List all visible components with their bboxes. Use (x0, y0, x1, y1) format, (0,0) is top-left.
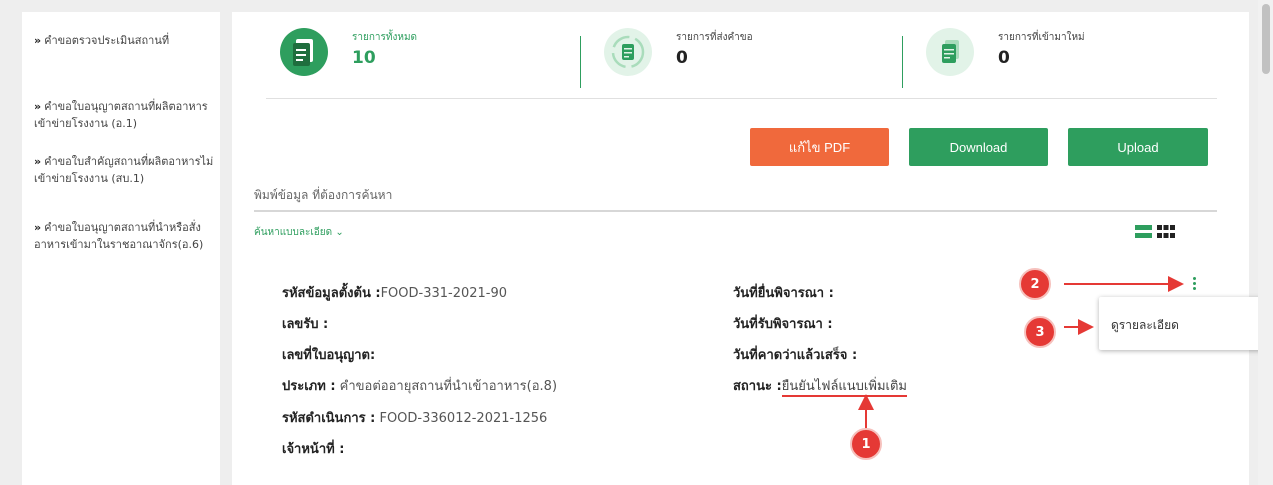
stat-label: รายการที่เข้ามาใหม่ (998, 32, 1085, 43)
field-label: เลขรับ : (282, 317, 329, 332)
sidebar-item-import-license[interactable]: » คำขอใบอนุญาตสถานที่นำหรือสั่งอาหารเข้าม… (34, 219, 214, 253)
stat-label: รายการที่ส่งคำขอ (676, 32, 753, 43)
status-link[interactable]: ยืนยันไฟล์แนบเพิ่มเติม (781, 379, 907, 397)
chevron-right-icon: » (34, 155, 42, 168)
sidebar: » คำขอตรวจประเมินสถานที่ » คำขอใบอนุญาตสถา… (22, 12, 220, 485)
sidebar-item-inspection-request[interactable]: » คำขอตรวจประเมินสถานที่ (34, 32, 214, 49)
advanced-search-link[interactable]: ค้นหาแบบละเอียด ⌄ (254, 225, 344, 240)
sidebar-item-label: คำขอใบอนุญาตสถานที่ผลิตอาหารเข้าข่ายโรงง… (34, 100, 208, 130)
process-code-field: รหัสดำเนินการ : FOOD-336012-2021-1256 (282, 407, 547, 428)
field-label: ประเภท : (282, 379, 336, 394)
field-label: รหัสดำเนินการ : (282, 411, 376, 426)
annotation-badge-3: 3 (1024, 316, 1056, 348)
sidebar-item-label: คำขอใบอนุญาตสถานที่นำหรือสั่งอาหารเข้ามา… (34, 221, 204, 251)
search-underline (254, 210, 1217, 212)
stat-circle (604, 28, 652, 76)
field-label: รหัสข้อมูลตั้งต้น : (282, 286, 381, 301)
sidebar-item-non-factory-certificate[interactable]: » คำขอใบสำคัญสถานที่ผลิตอาหารไม่เข้าข่ายโ… (34, 153, 214, 187)
stat-circle (280, 28, 328, 76)
stat-divider (580, 36, 581, 88)
scrollbar-thumb[interactable] (1262, 4, 1270, 74)
field-value: FOOD-336012-2021-1256 (375, 411, 548, 426)
field-label: วันที่คาดว่าแล้วเสร็จ : (733, 348, 858, 363)
chevron-right-icon: » (34, 34, 42, 47)
new-document-icon (942, 40, 959, 63)
field-label: เลขที่ใบอนุญาต: (282, 348, 376, 363)
view-details-menu-item[interactable]: ดูรายละเอียด (1111, 316, 1179, 335)
stat-submitted[interactable]: รายการที่ส่งคำขอ 0 (604, 24, 864, 84)
grid-view-icon[interactable] (1157, 225, 1175, 238)
origin-code-field: รหัสข้อมูลตั้งต้น :FOOD-331-2021-90 (282, 282, 507, 303)
download-button[interactable]: Download (909, 128, 1048, 166)
field-label: สถานะ : (733, 379, 782, 394)
upload-button[interactable]: Upload (1068, 128, 1208, 166)
list-view-icon[interactable] (1135, 225, 1152, 238)
sidebar-item-label: คำขอใบสำคัญสถานที่ผลิตอาหารไม่เข้าข่ายโร… (34, 155, 214, 185)
field-label: วันที่รับพิจารณา : (733, 317, 833, 332)
stat-label: รายการทั้งหมด (352, 32, 418, 43)
field-label: เจ้าหน้าที่ : (282, 442, 345, 457)
stat-total[interactable]: รายการทั้งหมด 10 (280, 24, 540, 84)
edit-pdf-button[interactable]: แก้ไข PDF (750, 128, 889, 166)
stat-circle (926, 28, 974, 76)
field-label: วันที่ยื่นพิจารณา : (733, 286, 834, 301)
stat-divider (902, 36, 903, 88)
annotation-badge-2: 2 (1019, 268, 1051, 300)
stat-new[interactable]: รายการที่เข้ามาใหม่ 0 (926, 24, 1186, 84)
stat-value: 10 (352, 48, 376, 68)
sidebar-item-label: คำขอตรวจประเมินสถานที่ (44, 34, 170, 47)
field-value: FOOD-331-2021-90 (380, 286, 508, 301)
stat-value: 0 (998, 48, 1010, 68)
chevron-right-icon: » (34, 100, 42, 113)
receive-date-field: วันที่รับพิจารณา : (733, 313, 833, 334)
receipt-no-field: เลขรับ : (282, 313, 328, 334)
status-field: สถานะ :ยืนยันไฟล์แนบเพิ่มเติม (733, 375, 907, 397)
refresh-document-icon (611, 35, 645, 69)
annotation-badge-1: 1 (850, 428, 882, 460)
stat-value: 0 (676, 48, 688, 68)
search-input[interactable]: พิมพ์ข้อมูล ที่ต้องการค้นหา (254, 186, 392, 205)
options-dropdown: ดูรายละเอียด (1099, 297, 1265, 350)
field-value: คำขอต่ออายุสถานที่นำเข้าอาหาร(อ.8) (335, 379, 558, 394)
license-no-field: เลขที่ใบอนุญาต: (282, 344, 375, 365)
expected-date-field: วันที่คาดว่าแล้วเสร็จ : (733, 344, 857, 365)
submit-date-field: วันที่ยื่นพิจารณา : (733, 282, 834, 303)
chevron-right-icon: » (34, 221, 42, 234)
stats-separator (266, 98, 1217, 99)
officer-field: เจ้าหน้าที่ : (282, 438, 344, 459)
document-icon (293, 39, 313, 66)
type-field: ประเภท : คำขอต่ออายุสถานที่นำเข้าอาหาร(อ… (282, 375, 557, 396)
more-options-icon[interactable] (1191, 276, 1197, 292)
sidebar-item-factory-license[interactable]: » คำขอใบอนุญาตสถานที่ผลิตอาหารเข้าข่ายโรง… (34, 98, 214, 132)
